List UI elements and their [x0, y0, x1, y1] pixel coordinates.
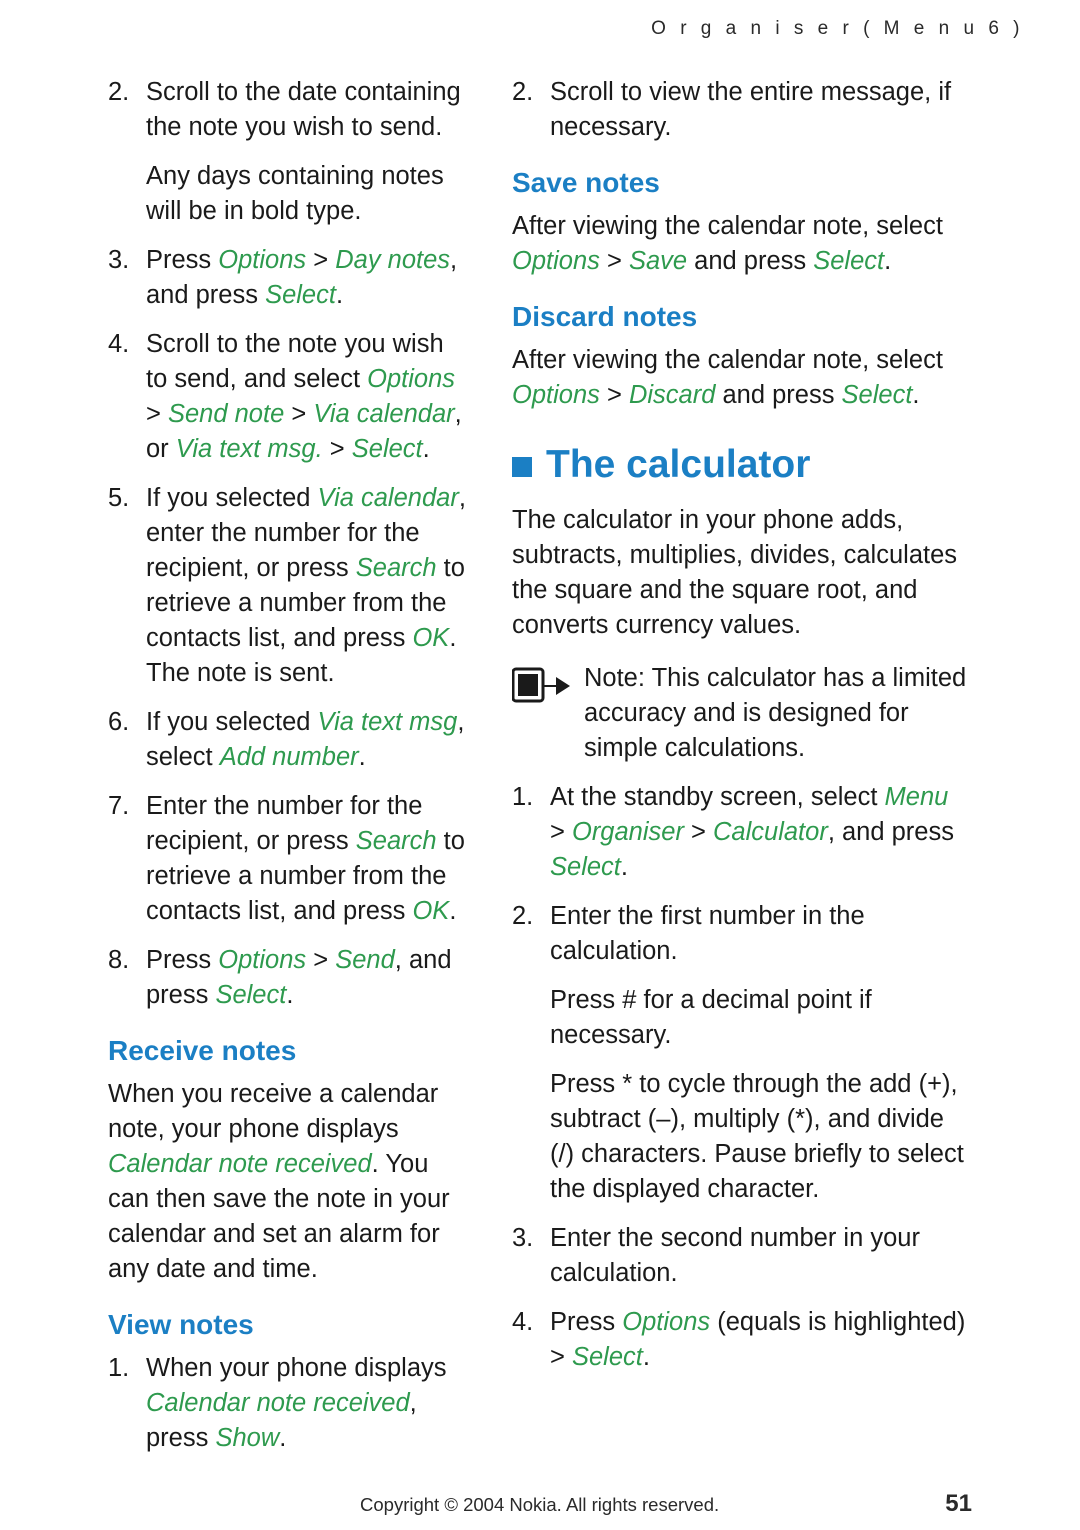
paragraph-bold-type: Any days containing notes will be in bol… [146, 162, 444, 225]
heading-view-notes: View notes [108, 1309, 254, 1340]
paragraph-receive-notes: When you receive a calendar note, your p… [108, 1080, 450, 1283]
list-text: Enter the second number in your calculat… [550, 1224, 920, 1287]
heading-discard-notes: Discard notes [512, 301, 698, 332]
list-number: 4. [108, 330, 130, 358]
heading-save-notes: Save notes [512, 167, 660, 198]
page-header: O r g a n i s e r ( M e n u 6 ) [651, 18, 1024, 39]
list-item: 7. Enter the number for the recipient, o… [108, 789, 468, 929]
list-text: When your phone displays Calendar note r… [146, 1354, 447, 1452]
list-number: 1. [108, 1354, 130, 1382]
list-number: 5. [108, 484, 130, 512]
list-text: At the standby screen, select Menu > Org… [550, 783, 954, 881]
heading-the-calculator-label: The calculator [546, 443, 811, 486]
list-number: 2. [512, 902, 534, 930]
list-item: 3. Press Options > Day notes, and press … [108, 243, 468, 313]
list-number: 6. [108, 708, 130, 736]
list-item: 2. Scroll to view the entire message, if… [512, 75, 968, 145]
list-text: Press Options > Day notes, and press Sel… [146, 246, 458, 309]
note-callout: Note: This calculator has a limited accu… [511, 661, 968, 766]
list-item: 2. Enter the first number in the calcula… [512, 899, 968, 969]
copyright-text: Copyright © 2004 Nokia. All rights reser… [360, 1494, 720, 1515]
square-bullet-icon [512, 457, 532, 477]
list-item: 1. When your phone displays Calendar not… [108, 1351, 468, 1456]
list-item: 3. Enter the second number in your calcu… [512, 1221, 968, 1291]
list-number: 2. [108, 78, 130, 106]
page-number: 51 [945, 1490, 972, 1517]
list-text: Scroll to view the entire message, if ne… [550, 78, 952, 141]
note-hand-icon [511, 661, 584, 766]
list-item: 2. Scroll to the date containing the not… [108, 75, 468, 145]
heading-the-calculator: The calculator [512, 443, 968, 487]
list-text: Press Options > Send, and press Select. [146, 946, 452, 1009]
list-item: 5. If you selected Via calendar, enter t… [108, 481, 468, 691]
list-number: 1. [512, 783, 534, 811]
list-item: 8. Press Options > Send, and press Selec… [108, 943, 468, 1013]
list-text: If you selected Via text msg, select Add… [146, 708, 465, 771]
list-number: 7. [108, 792, 130, 820]
heading-receive-notes: Receive notes [108, 1035, 297, 1066]
list-item: 6. If you selected Via text msg, select … [108, 705, 468, 775]
paragraph-discard-notes: After viewing the calendar note, select … [512, 346, 943, 409]
list-number: 4. [512, 1308, 534, 1336]
right-column: 2. Scroll to view the entire message, if… [468, 75, 968, 1470]
note-text: Note: This calculator has a limited accu… [584, 664, 967, 762]
list-text: Enter the first number in the calculatio… [550, 902, 865, 965]
list-number: 3. [512, 1224, 534, 1252]
paragraph-save-notes: After viewing the calendar note, select … [512, 212, 943, 275]
paragraph-operator-cycle: Press * to cycle through the add (+), su… [550, 1070, 964, 1203]
paragraph-decimal-point: Press # for a decimal point if necessary… [550, 986, 872, 1049]
list-text: Press Options (equals is highlighted) > … [550, 1308, 966, 1371]
list-number: 8. [108, 946, 130, 974]
paragraph-calculator-intro: The calculator in your phone adds, subtr… [512, 506, 958, 639]
list-text: Enter the number for the recipient, or p… [146, 792, 465, 925]
list-text: Scroll to the note you wish to send, and… [146, 330, 462, 463]
list-number: 3. [108, 246, 130, 274]
list-text: If you selected Via calendar, enter the … [146, 484, 466, 687]
list-item: 1. At the standby screen, select Menu > … [512, 780, 968, 885]
page-columns: 2. Scroll to the date containing the not… [0, 75, 1080, 1470]
list-item: 4. Scroll to the note you wish to send, … [108, 327, 468, 467]
manual-page: O r g a n i s e r ( M e n u 6 ) 2. Scrol… [0, 0, 1080, 1530]
left-column: 2. Scroll to the date containing the not… [0, 75, 468, 1470]
list-item: 4. Press Options (equals is highlighted)… [512, 1305, 968, 1375]
list-number: 2. [512, 78, 534, 106]
list-text: Scroll to the date containing the note y… [146, 78, 461, 141]
